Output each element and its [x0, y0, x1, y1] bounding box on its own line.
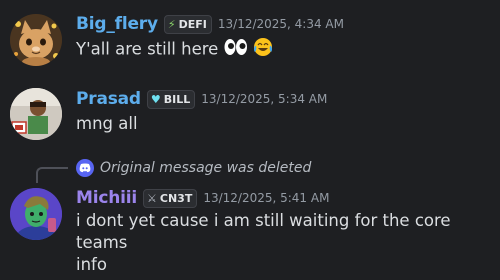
message-header: Big_flery ⚡ DEFI 13/12/2025, 4:34 AM [76, 12, 344, 36]
reply-text: Original message was deleted [100, 160, 312, 176]
username[interactable]: Michiii [76, 188, 137, 208]
discord-icon [76, 159, 94, 177]
message-text: mng all [76, 114, 138, 133]
avatar[interactable] [10, 14, 62, 66]
message-header: Michiii ⚔ CN3T 13/12/2025, 5:41 AM [76, 186, 329, 210]
message-content: Y'all are still here [76, 37, 273, 63]
role-tag[interactable]: ⚔ CN3T [143, 188, 198, 208]
reply-connector [36, 167, 68, 183]
message-header: Prasad ♥ BILL 13/12/2025, 5:34 AM [76, 87, 327, 111]
reply-reference[interactable]: Original message was deleted [76, 159, 311, 177]
timestamp: 13/12/2025, 5:34 AM [201, 92, 328, 106]
timestamp: 13/12/2025, 5:41 AM [203, 191, 330, 205]
message-text: Y'all are still here [76, 39, 219, 59]
username[interactable]: Big_flery [76, 14, 158, 34]
message-content: mng all [76, 113, 138, 135]
role-tag[interactable]: ⚡ DEFI [163, 14, 212, 34]
username[interactable]: Prasad [76, 89, 141, 109]
avatar[interactable] [10, 88, 62, 140]
message-text-line: info [76, 255, 107, 274]
avatar[interactable] [10, 188, 62, 240]
role-tag-label: DEFI [178, 17, 207, 31]
sword-icon: ⚔ [147, 191, 157, 205]
message-text-line: i dont yet cause i am still waiting for … [76, 211, 451, 252]
heart-icon: ♥ [150, 92, 161, 106]
role-tag-label: BILL [163, 92, 191, 106]
timestamp: 13/12/2025, 4:34 AM [217, 17, 344, 31]
tears-of-joy-emoji [253, 37, 273, 63]
lightning-icon: ⚡ [167, 17, 176, 31]
role-tag[interactable]: ♥ BILL [146, 89, 196, 109]
message-content: i dont yet cause i am still waiting for … [76, 210, 496, 276]
role-tag-label: CN3T [159, 191, 193, 205]
eyes-emoji [224, 38, 248, 62]
